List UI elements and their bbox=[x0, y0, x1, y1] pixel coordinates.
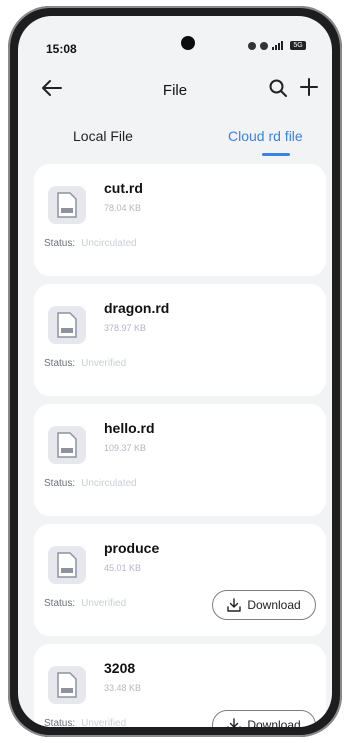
file-name: dragon.rd bbox=[104, 300, 170, 316]
download-button[interactable]: Download bbox=[212, 710, 316, 727]
file-name: cut.rd bbox=[104, 180, 143, 196]
file-icon bbox=[48, 426, 86, 464]
list-item[interactable]: dragon.rd 378.97 KB Status: Unverified bbox=[34, 284, 326, 396]
file-icon bbox=[48, 666, 86, 704]
status-label: Status: bbox=[44, 718, 76, 727]
status-label: Status: bbox=[44, 358, 76, 369]
list-item[interactable]: 3208 33.48 KB Status: Unverified Download bbox=[34, 644, 326, 727]
status-label: Status: bbox=[44, 238, 76, 249]
file-size: 78.04 KB bbox=[104, 203, 142, 213]
status-label: Status: bbox=[44, 478, 76, 489]
list-item[interactable]: produce 45.01 KB Status: Unverified Downl… bbox=[34, 524, 326, 636]
download-icon bbox=[227, 718, 242, 727]
file-status: Status: Unverified bbox=[44, 718, 126, 727]
status-value: Uncirculated bbox=[81, 238, 137, 249]
status-value: Unverified bbox=[81, 598, 127, 609]
download-label: Download bbox=[247, 718, 301, 727]
status-value: Unverified bbox=[81, 718, 127, 727]
status-time: 15:08 bbox=[46, 42, 77, 56]
app-screen: 15:08 5G File Local File Cloud rd file c… bbox=[18, 16, 332, 727]
file-status: Status: Uncirculated bbox=[44, 238, 137, 249]
battery-icon: 5G bbox=[290, 41, 306, 50]
download-button[interactable]: Download bbox=[212, 590, 316, 620]
status-value: Uncirculated bbox=[81, 478, 137, 489]
tab-cloud-rd-file[interactable]: Cloud rd file bbox=[228, 128, 303, 144]
file-size: 45.01 KB bbox=[104, 563, 142, 573]
list-item[interactable]: cut.rd 78.04 KB Status: Uncirculated bbox=[34, 164, 326, 276]
file-status: Status: Uncirculated bbox=[44, 478, 137, 489]
add-icon[interactable] bbox=[298, 76, 320, 98]
list-item[interactable]: hello.rd 109.37 KB Status: Uncirculated bbox=[34, 404, 326, 516]
download-icon bbox=[227, 598, 242, 612]
file-icon bbox=[48, 306, 86, 344]
phone-frame: 15:08 5G File Local File Cloud rd file c… bbox=[8, 6, 342, 737]
file-name: produce bbox=[104, 540, 160, 556]
file-status: Status: Unverified bbox=[44, 598, 126, 609]
notification-icon bbox=[248, 41, 256, 50]
status-bar: 15:08 5G bbox=[18, 16, 332, 62]
tab-local-file[interactable]: Local File bbox=[73, 128, 133, 144]
file-icon bbox=[48, 546, 86, 584]
download-label: Download bbox=[247, 598, 301, 612]
signal-icon bbox=[272, 41, 283, 50]
active-tab-indicator bbox=[262, 153, 290, 156]
camera-cutout bbox=[181, 36, 195, 50]
file-status: Status: Unverified bbox=[44, 358, 126, 369]
location-icon bbox=[260, 41, 268, 50]
file-icon bbox=[48, 186, 86, 224]
file-name: hello.rd bbox=[104, 420, 155, 436]
status-label: Status: bbox=[44, 598, 76, 609]
search-icon[interactable] bbox=[268, 78, 288, 98]
status-value: Unverified bbox=[81, 358, 127, 369]
file-size: 378.97 KB bbox=[104, 323, 147, 333]
top-app-bar: File bbox=[18, 72, 332, 104]
tab-bar: Local File Cloud rd file bbox=[18, 120, 332, 158]
file-name: 3208 bbox=[104, 660, 136, 676]
file-size: 109.37 KB bbox=[104, 443, 147, 453]
file-size: 33.48 KB bbox=[104, 683, 142, 693]
system-icons: 5G bbox=[248, 41, 306, 50]
